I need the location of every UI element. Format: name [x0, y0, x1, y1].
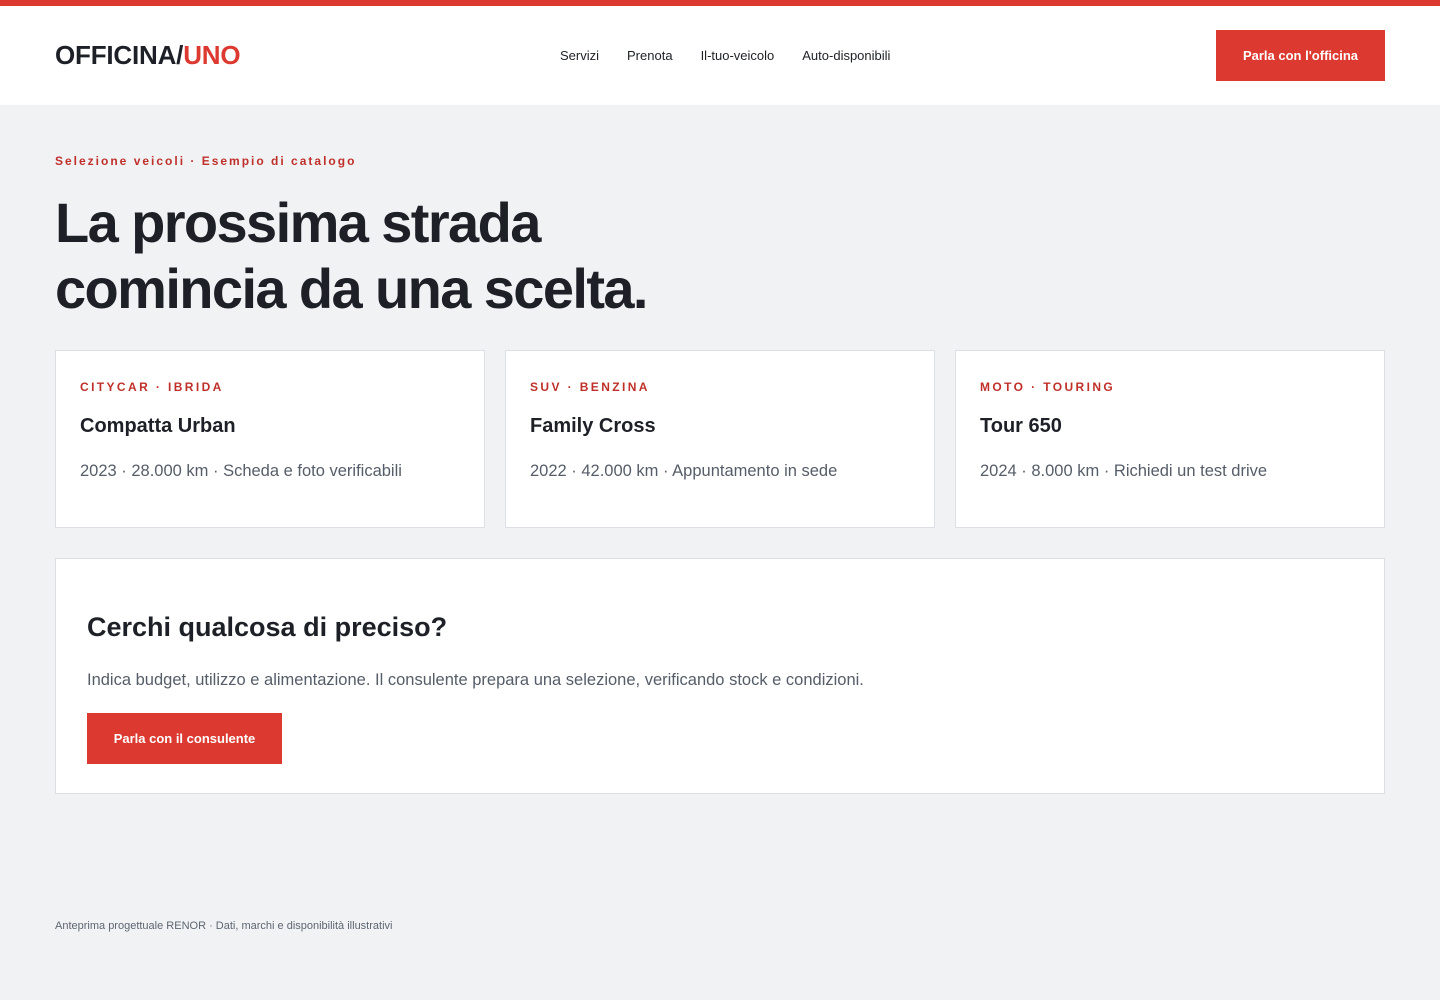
- hero-eyebrow: Selezione veicoli · Esempio di catalogo: [55, 154, 357, 168]
- search-panel-text: Indica budget, utilizzo e alimentazione.…: [87, 671, 864, 689]
- vehicle-card-title: Family Cross: [530, 415, 656, 437]
- vehicle-card-title: Compatta Urban: [80, 415, 236, 437]
- brand-logo[interactable]: OFFICINA/UNO: [55, 40, 241, 71]
- contact-workshop-button[interactable]: Parla con l'officina: [1216, 30, 1385, 81]
- contact-consultant-button[interactable]: Parla con il consulente: [87, 713, 282, 764]
- hero-title-line-2: comincia da una scelta.: [55, 257, 648, 320]
- brand-accent: UNO: [183, 40, 241, 70]
- vehicle-card-tag: MOTO · TOURING: [980, 380, 1116, 394]
- vehicle-card-tag: SUV · BENZINA: [530, 380, 650, 394]
- footer-disclaimer: Anteprima progettuale RENOR · Dati, marc…: [55, 920, 393, 932]
- vehicle-card-title: Tour 650: [980, 415, 1062, 437]
- vehicle-card-tour-650[interactable]: MOTO · TOURING Tour 650 2024 · 8.000 km …: [955, 350, 1385, 528]
- hero-title: La prossima strada comincia da una scelt…: [55, 190, 815, 322]
- nav-item-auto-disponibili[interactable]: Auto-disponibili: [802, 48, 890, 63]
- vehicle-card-meta: 2023 · 28.000 km · Scheda e foto verific…: [80, 462, 402, 480]
- vehicle-card-meta: 2022 · 42.000 km · Appuntamento in sede: [530, 462, 838, 480]
- nav-item-prenota[interactable]: Prenota: [627, 48, 673, 63]
- vehicle-card-compatta-urban[interactable]: CITYCAR · IBRIDA Compatta Urban 2023 · 2…: [55, 350, 485, 528]
- search-panel-title: Cerchi qualcosa di preciso?: [87, 612, 448, 642]
- vehicle-card-tag: CITYCAR · IBRIDA: [80, 380, 224, 394]
- vehicle-card-family-cross[interactable]: SUV · BENZINA Family Cross 2022 · 42.000…: [505, 350, 935, 528]
- main-nav: Servizi Prenota Il-tuo-veicolo Auto-disp…: [560, 48, 890, 63]
- brand-name: OFFICINA/: [55, 40, 184, 70]
- search-request-panel: Cerchi qualcosa di preciso? Indica budge…: [55, 558, 1385, 794]
- nav-item-il-tuo-veicolo[interactable]: Il-tuo-veicolo: [701, 48, 775, 63]
- vehicle-card-meta: 2024 · 8.000 km · Richiedi un test drive: [980, 462, 1268, 480]
- hero-title-line-1: La prossima strada: [55, 191, 541, 254]
- nav-item-servizi[interactable]: Servizi: [560, 48, 599, 63]
- site-header: OFFICINA/UNO Servizi Prenota Il-tuo-veic…: [0, 6, 1440, 105]
